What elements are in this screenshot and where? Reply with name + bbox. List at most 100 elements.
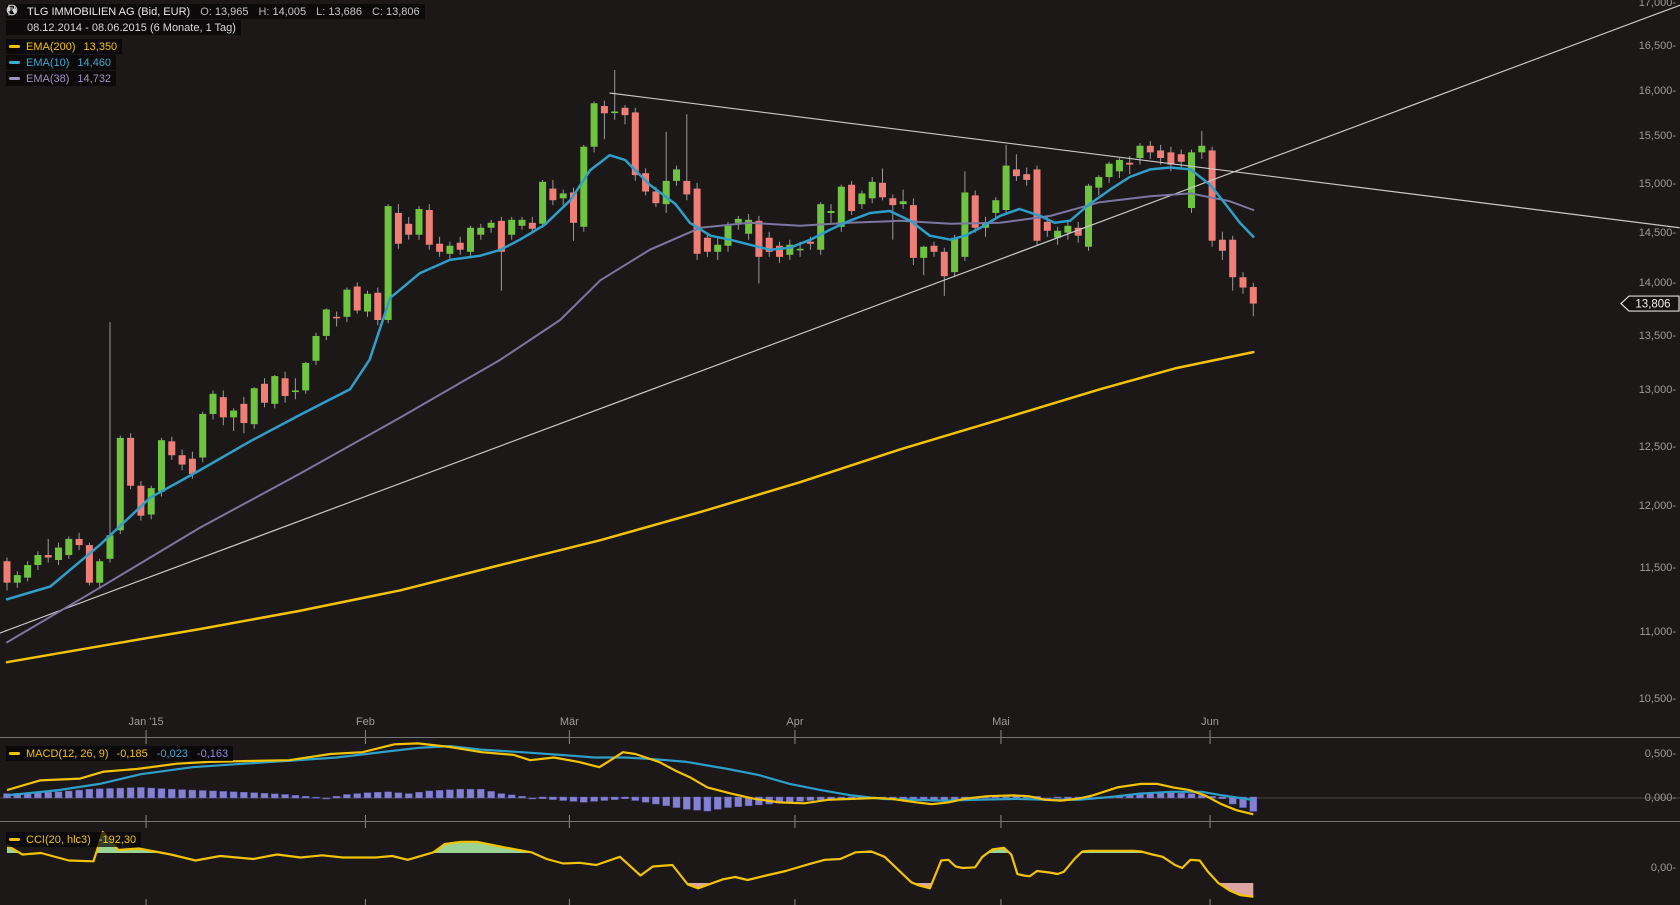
- candle-body: [1106, 164, 1113, 177]
- macd-title: MACD(12, 26, 9): [26, 748, 109, 760]
- candle-body: [652, 191, 659, 203]
- candle-body: [137, 486, 144, 516]
- candle-body: [1147, 146, 1154, 153]
- candle-body: [333, 317, 340, 319]
- ema200-value: 13,350: [84, 41, 118, 53]
- candle-body: [900, 201, 907, 204]
- candle-body: [1219, 240, 1226, 251]
- candle-body: [580, 147, 587, 227]
- candle-body: [858, 193, 865, 204]
- candle-body: [1013, 169, 1020, 176]
- cci-header[interactable]: CCI(20, hlc3) -192,30: [6, 828, 141, 847]
- candle-body: [24, 565, 31, 578]
- high-label: H:: [258, 6, 269, 18]
- legend-ema10[interactable]: EMA(10) 14,460: [6, 55, 425, 70]
- candle-body: [1064, 226, 1071, 233]
- candle-body: [457, 243, 464, 250]
- candle-body: [416, 209, 423, 235]
- macd-histogram-value: -0,163: [197, 748, 228, 760]
- macd-pane[interactable]: [0, 743, 1680, 814]
- candle-body: [663, 181, 670, 204]
- candle-body: [1034, 169, 1041, 240]
- candle-body: [1023, 174, 1030, 180]
- macd-header[interactable]: MACD(12, 26, 9) -0,185 -0,023 -0,163: [6, 742, 233, 761]
- candle-body: [992, 200, 999, 213]
- ema38-value: 14,732: [77, 73, 111, 85]
- legend-ema200[interactable]: EMA(200) 13,350: [6, 39, 425, 54]
- date-range: 08.12.2014 - 08.06.2015 (6 Monate, 1 Tag…: [27, 22, 236, 34]
- ema200-line[interactable]: [7, 352, 1253, 662]
- chart-window: 13,806 TLG IMMOBILIEN AG (Bid, EUR) O:13…: [0, 0, 1680, 905]
- cci-line: [7, 832, 1253, 897]
- candle-body: [869, 182, 876, 198]
- candle-body: [508, 220, 515, 235]
- candle-body: [1240, 277, 1247, 287]
- ema10-label: EMA(10): [26, 57, 69, 69]
- ascending-trendline[interactable]: [0, 3, 1680, 633]
- macd-chip-icon: [9, 752, 20, 755]
- cci-pane[interactable]: [7, 832, 1253, 897]
- candle-body: [714, 245, 721, 252]
- candle-body: [14, 575, 21, 583]
- candle-body: [838, 187, 845, 227]
- candle-body: [735, 219, 742, 223]
- candle-body: [374, 293, 381, 320]
- descending-trendline[interactable]: [610, 93, 1680, 228]
- ema38-line[interactable]: [7, 193, 1253, 642]
- candle-body: [539, 182, 546, 224]
- high-value: 14,005: [272, 6, 306, 18]
- low-label: L:: [316, 6, 325, 18]
- candle-body: [611, 111, 618, 113]
- candle-body: [941, 252, 948, 276]
- candle-body: [4, 561, 11, 582]
- candle-body: [96, 561, 103, 582]
- candle-body: [261, 384, 268, 403]
- candle-body: [1116, 160, 1123, 171]
- ema200-label: EMA(200): [26, 41, 76, 53]
- candle-body: [354, 287, 361, 311]
- candle-body: [529, 223, 536, 229]
- candle-body: [446, 246, 453, 254]
- candle-body: [240, 404, 247, 423]
- last-price-marker: 13,806: [1621, 296, 1679, 311]
- ema10-chip-icon: [9, 61, 20, 64]
- candle-body: [1250, 287, 1257, 304]
- close-label: C:: [372, 6, 383, 18]
- price-pane[interactable]: [0, 3, 1680, 662]
- chart-canvas[interactable]: 13,806: [0, 0, 1680, 905]
- candle-body: [488, 223, 495, 228]
- cci-chip-icon: [9, 838, 20, 841]
- ema38-chip-icon: [9, 77, 20, 80]
- cci-overbought-fill: [7, 832, 1253, 897]
- candle-body: [323, 309, 330, 336]
- candle-body: [632, 112, 639, 175]
- candle-body: [220, 397, 227, 417]
- candle-body: [364, 294, 371, 312]
- candle-body: [673, 169, 680, 180]
- candle-body: [436, 244, 443, 252]
- candle-body: [34, 555, 41, 565]
- macd-value: -0,185: [117, 748, 148, 760]
- candle-body: [1044, 222, 1051, 231]
- candle-body: [292, 390, 299, 392]
- instrument-title: TLG IMMOBILIEN AG (Bid, EUR): [27, 6, 190, 18]
- ohlc-readout: O:13,965H:14,005L:13,686C:13,806: [200, 6, 419, 18]
- candle-body: [1126, 163, 1133, 165]
- candle-body: [199, 414, 206, 458]
- candlestick-series: [4, 70, 1257, 590]
- cci-oversold-fill: [7, 832, 1253, 897]
- candle-body: [230, 411, 237, 418]
- candle-body: [601, 106, 608, 113]
- candle-body: [343, 290, 350, 317]
- close-value: 13,806: [386, 6, 420, 18]
- candle-body: [1178, 154, 1185, 162]
- candle-body: [961, 192, 968, 256]
- ema200-chip-icon: [9, 45, 20, 48]
- ema10-value: 14,460: [77, 57, 111, 69]
- candle-body: [910, 205, 917, 258]
- legend-ema38[interactable]: EMA(38) 14,732: [6, 71, 425, 86]
- candle-body: [1003, 166, 1010, 210]
- candle-body: [622, 108, 629, 115]
- candle-body: [848, 185, 855, 211]
- candle-body: [1085, 186, 1092, 247]
